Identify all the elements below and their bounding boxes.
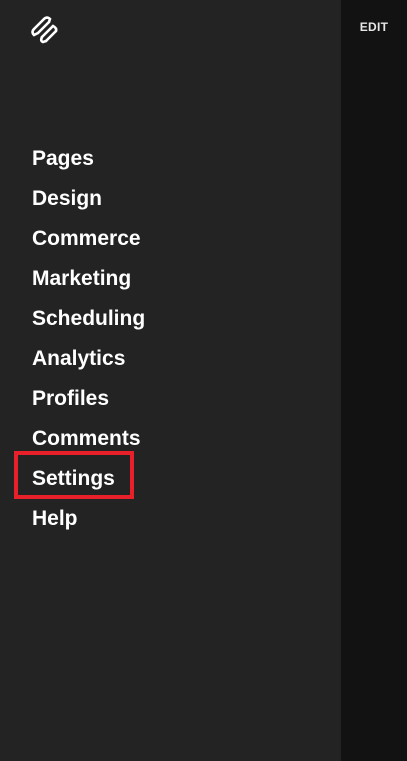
- edit-button[interactable]: EDIT: [341, 20, 407, 34]
- sidebar: Pages Design Commerce Marketing Scheduli…: [0, 0, 341, 761]
- nav-item-help[interactable]: Help: [32, 503, 145, 543]
- nav-item-design[interactable]: Design: [32, 183, 145, 223]
- preview-panel: [341, 0, 407, 761]
- nav-item-profiles[interactable]: Profiles: [32, 383, 145, 423]
- nav-item-analytics[interactable]: Analytics: [32, 343, 145, 383]
- nav-item-scheduling[interactable]: Scheduling: [32, 303, 145, 343]
- nav-item-marketing[interactable]: Marketing: [32, 263, 145, 303]
- nav-item-commerce[interactable]: Commerce: [32, 223, 145, 263]
- nav-item-comments[interactable]: Comments: [32, 423, 145, 463]
- main-nav: Pages Design Commerce Marketing Scheduli…: [32, 143, 145, 543]
- squarespace-logo-icon[interactable]: [29, 16, 61, 44]
- nav-item-pages[interactable]: Pages: [32, 143, 145, 183]
- nav-item-settings[interactable]: Settings: [32, 463, 145, 503]
